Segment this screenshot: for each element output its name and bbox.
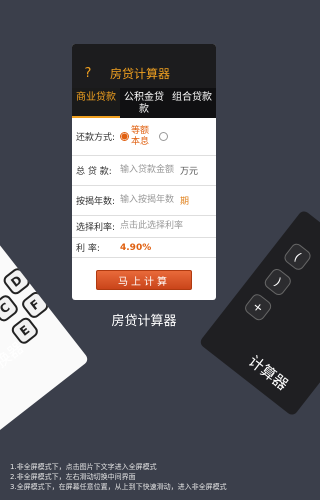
select-rate-row[interactable]: 选择利率: 点击此选择利率 xyxy=(72,216,216,238)
option-equal-installment[interactable]: 等额本息 xyxy=(120,126,155,148)
select-rate-input[interactable]: 点击此选择利率 xyxy=(120,221,183,232)
instruction-line: 2.非全屏模式下，左右滑动切换中间界面 xyxy=(10,473,136,481)
mortgage-calculator-label[interactable]: 房贷计算器 xyxy=(0,310,288,329)
option-equal-installment-label: 等额本息 xyxy=(131,125,150,147)
interest-rate-label: 利 率: xyxy=(76,244,100,254)
interest-rate-value: 4.90% xyxy=(120,242,152,253)
mortgage-years-row: 按揭年数: 输入按揭年数 期 xyxy=(72,186,216,216)
total-loan-input[interactable]: 输入贷款金额 xyxy=(120,165,174,176)
key-d: D xyxy=(1,265,33,297)
radio-selected-icon xyxy=(120,132,129,141)
help-icon[interactable]: ? xyxy=(76,66,100,81)
loan-type-tabs: 商业贷款 公积金贷款 组合贷款 xyxy=(72,88,216,118)
tab-provident-fund-loan[interactable]: 公积金贷款 xyxy=(120,88,168,118)
instruction-line: 1.非全屏模式下，点击图片下文字进入全屏模式 xyxy=(10,463,157,471)
calculate-button[interactable]: 马上计算 xyxy=(96,270,192,290)
key-open-paren: ( xyxy=(282,241,313,273)
repayment-method-row: 还款方式: 等额本息 等额本金 xyxy=(72,118,216,156)
option-equal-principal[interactable]: 等额本金 xyxy=(159,126,194,148)
total-loan-label: 总 贷 款: xyxy=(76,167,112,177)
app-title: 房贷计算器 xyxy=(110,66,171,81)
radio-unselected-icon xyxy=(159,132,168,141)
tab-combined-loan[interactable]: 组合贷款 xyxy=(168,88,216,118)
mortgage-years-unit: 期 xyxy=(180,197,190,207)
key-close-paren: ) xyxy=(262,266,294,298)
usage-instructions: 1.非全屏模式下，点击图片下文字进入全屏模式 2.非全屏模式下，左右滑动切换中间… xyxy=(10,462,227,492)
tab-commercial-loan[interactable]: 商业贷款 xyxy=(72,88,120,118)
total-loan-row: 总 贷 款: 输入贷款金额 万元 xyxy=(72,156,216,186)
instruction-line: 3.全屏模式下，在屏幕任意位置，从上到下快速滑动，进入非全屏模式 xyxy=(10,483,227,491)
loan-form: 还款方式: 等额本息 等额本金 总 贷 款: 输入贷款金额 万元 按揭年数: 输… xyxy=(72,118,216,258)
repayment-method-label: 还款方式: xyxy=(76,133,116,143)
mortgage-years-label: 按揭年数: xyxy=(76,197,116,207)
mortgage-years-input[interactable]: 输入按揭年数 xyxy=(120,195,174,206)
option-equal-principal-label: 等额本金 xyxy=(170,125,189,147)
total-loan-unit: 万元 xyxy=(180,167,199,177)
app-title-bar: ? 房贷计算器 xyxy=(72,44,216,88)
select-rate-label: 选择利率: xyxy=(76,223,116,233)
interest-rate-row: 利 率: 4.90% xyxy=(72,238,216,258)
mortgage-calculator-card[interactable]: ? 房贷计算器 商业贷款 公积金贷款 组合贷款 还款方式: 等额本息 等额本金 … xyxy=(72,44,216,300)
